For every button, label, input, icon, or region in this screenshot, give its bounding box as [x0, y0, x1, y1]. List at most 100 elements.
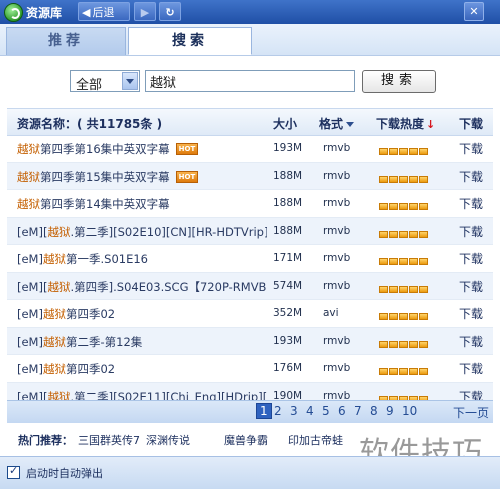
tab-search[interactable]: 搜索	[128, 27, 252, 55]
resource-format: rmvb	[323, 279, 351, 292]
page-link[interactable]: 3	[290, 404, 298, 418]
autostart-checkbox[interactable]	[7, 464, 20, 479]
heat-segment	[389, 340, 398, 348]
resource-name[interactable]: [eM]越狱第一季.S01E16	[17, 251, 267, 267]
sort-desc-icon: ↓	[426, 118, 436, 131]
resource-name-rest: 第一季.S01E16	[65, 252, 148, 266]
heat-segment	[379, 258, 388, 265]
column-header-format[interactable]: 格式	[319, 115, 355, 132]
heat-segment	[399, 175, 408, 183]
page-link[interactable]: 8	[370, 404, 378, 418]
resource-name[interactable]: 越狱第四季第14集中英双字幕	[17, 196, 267, 212]
heat-segment	[409, 230, 418, 238]
resource-name[interactable]: 越狱第四季第15集中英双字幕 HOT	[17, 169, 267, 185]
table-row[interactable]: [eM]越狱第一季.S01E16 171M rmvb 下载	[7, 245, 493, 273]
heat-segment	[399, 285, 408, 293]
heat-segment	[419, 340, 428, 348]
heat-segment	[389, 368, 398, 375]
resource-name[interactable]: [eM]越狱第二季-第12集	[17, 334, 267, 350]
app-title: 资源库	[26, 6, 63, 20]
close-button[interactable]: ✕	[464, 2, 484, 21]
table-row[interactable]: 越狱第四季第15集中英双字幕 HOT 188M rmvb 下载	[7, 162, 493, 190]
page-link[interactable]: 10	[402, 404, 417, 418]
resource-name-prefix: [eM]	[17, 334, 43, 349]
heat-segment	[409, 340, 418, 348]
download-link[interactable]: 下载	[459, 360, 483, 377]
table-row[interactable]: [eM]越狱第四季02 352M avi 下载	[7, 300, 493, 328]
caret-down-icon	[346, 122, 355, 127]
heat-segment	[419, 285, 428, 293]
heat-segment	[389, 203, 398, 210]
heat-segment	[419, 148, 428, 155]
page-link[interactable]: 2	[274, 404, 282, 418]
download-link[interactable]: 下载	[459, 140, 483, 157]
resource-keyword: 越狱	[42, 252, 66, 266]
heat-segment	[419, 368, 428, 375]
resource-name[interactable]: 越狱第四季第16集中英双字幕 HOT	[17, 141, 267, 157]
heat-segment	[419, 313, 428, 320]
page-link[interactable]: 6	[338, 404, 346, 418]
resource-name-prefix: [eM]	[17, 362, 43, 376]
column-header-heat[interactable]: 下载热度 ↓	[376, 115, 435, 132]
resource-format: rmvb	[323, 197, 351, 209]
download-heat-bar	[379, 254, 429, 265]
hot-search-link[interactable]: 魔兽争霸	[224, 432, 268, 448]
column-header-size[interactable]: 大小	[273, 115, 297, 132]
download-link[interactable]: 下载	[459, 250, 483, 267]
forward-button[interactable]: ▶	[134, 2, 156, 21]
resource-size: 188M	[273, 224, 303, 237]
resource-keyword: 越狱	[17, 197, 40, 211]
app-logo-icon	[4, 3, 23, 22]
forward-arrow-icon: ▶	[140, 6, 150, 19]
table-row[interactable]: [eM]越狱第二季-第12集 193M rmvb 下载	[7, 327, 493, 355]
resource-name[interactable]: [eM]越狱第四季02	[17, 361, 267, 377]
hot-search-link[interactable]: 三国群英传7	[78, 432, 140, 448]
resource-name[interactable]: [eM]越狱第四季02	[17, 306, 267, 322]
refresh-button[interactable]: ↻	[159, 2, 181, 21]
heat-segment	[389, 285, 398, 293]
resource-format: rmvb	[323, 252, 351, 264]
hot-search-link[interactable]: 深渊传说	[146, 432, 190, 448]
hot-search-link[interactable]: 印加古帝蛙	[288, 432, 343, 448]
autostart-label[interactable]: 启动时自动弹出	[26, 465, 103, 481]
pagination: 下一页 1 2 3 4 5 6 7 8 9 10	[7, 400, 493, 423]
resource-size: 188M	[273, 197, 303, 209]
resource-name[interactable]: [eM][越狱.第二季][S02E10][CN][HR-HDTVrip]	[17, 224, 267, 240]
back-label: 后退	[92, 6, 115, 19]
page-link[interactable]: 1	[256, 403, 272, 419]
download-link[interactable]: 下载	[459, 305, 483, 322]
download-link[interactable]: 下载	[459, 333, 483, 350]
page-link[interactable]: 5	[322, 404, 330, 418]
heat-segment	[409, 368, 418, 375]
table-row[interactable]: 越狱第四季第14集中英双字幕 188M rmvb 下载	[7, 190, 493, 218]
table-row[interactable]: [eM][越狱.第二季][S02E10][CN][HR-HDTVrip] 188M…	[7, 217, 493, 245]
next-page-link[interactable]: 下一页	[453, 404, 489, 421]
page-link[interactable]: 9	[386, 404, 394, 418]
heat-segment	[409, 285, 418, 293]
resource-size: 193M	[273, 142, 303, 154]
back-button[interactable]: ◀ 后退	[78, 2, 130, 21]
download-link[interactable]: 下载	[459, 278, 483, 295]
table-row[interactable]: 越狱第四季第16集中英双字幕 HOT 193M rmvb 下载	[7, 135, 493, 163]
page-link[interactable]: 7	[354, 404, 362, 418]
heat-segment	[419, 230, 428, 238]
download-link[interactable]: 下载	[459, 195, 483, 212]
resource-name[interactable]: [eM][越狱.第四季].S04E03.SCG【720P-RMVB】	[17, 279, 267, 295]
chevron-down-icon[interactable]	[122, 72, 138, 90]
heat-segment	[389, 313, 398, 320]
category-selected-value: 全部	[76, 78, 103, 93]
resource-size: 574M	[273, 279, 303, 292]
table-row[interactable]: [eM]越狱第四季02 176M rmvb 下载	[7, 355, 493, 383]
page-link[interactable]: 4	[306, 404, 314, 418]
search-button[interactable]: 搜索	[362, 70, 436, 93]
download-heat-bar	[379, 392, 429, 403]
table-row[interactable]: [eM][越狱.第四季].S04E03.SCG【720P-RMVB】 574M rm…	[7, 272, 493, 300]
search-input[interactable]	[145, 70, 355, 92]
tab-recommend[interactable]: 推荐	[6, 27, 126, 55]
column-header-download: 下载	[459, 117, 484, 131]
heat-segment	[379, 313, 388, 320]
resource-keyword: 越狱	[47, 224, 71, 239]
download-link[interactable]: 下载	[459, 223, 483, 240]
download-link[interactable]: 下载	[459, 168, 483, 185]
category-select[interactable]: 全部	[70, 70, 140, 93]
